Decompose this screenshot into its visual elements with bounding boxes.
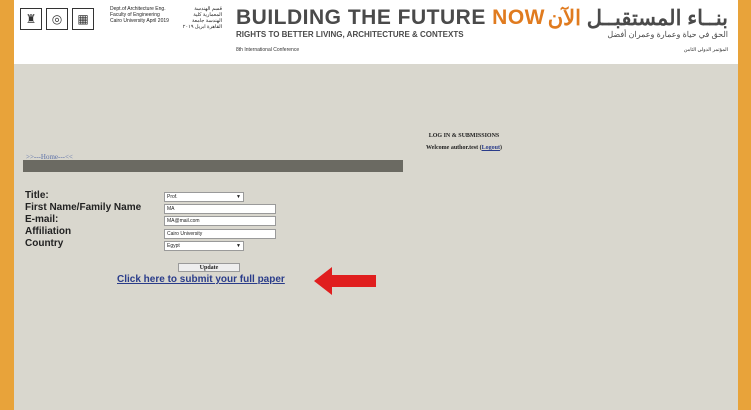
conference-edition-arabic: المؤتمر الدولي الثامن — [683, 47, 728, 53]
welcome-text: Welcome author.test (Logout) — [400, 145, 528, 151]
conference-title-arabic-main: بنــاء المستقبــل — [580, 7, 728, 30]
update-button[interactable]: Update — [178, 263, 240, 272]
conference-subtitle: RIGHTS TO BETTER LIVING, ARCHITECTURE & … — [236, 30, 464, 39]
conference-title-arabic: بنــاء المستقبــل الآن — [548, 6, 728, 31]
circle-logo-icon: ◎ — [46, 8, 68, 30]
conference-title-now: NOW — [492, 6, 545, 29]
chevron-down-icon: ▼ — [236, 194, 241, 200]
university-logo-icon: ♜ — [20, 8, 42, 30]
country-select-value: Egypt — [167, 243, 180, 249]
submit-paper-link[interactable]: Click here to submit your full paper — [117, 274, 285, 285]
conference-edition: 8th International Conference — [236, 47, 300, 53]
title-select[interactable]: Prof. ▼ — [164, 192, 244, 202]
conference-title-arabic-now: الآن — [547, 7, 581, 30]
title-select-value: Prof. — [167, 194, 178, 200]
name-label: First Name/Family Name — [25, 202, 142, 213]
affiliation-input[interactable]: Cairo University — [164, 229, 276, 239]
department-arabic: قسم الهندسة المعمارية كلية الهندسة جامعة… — [182, 6, 222, 30]
welcome-user: Welcome author.test — [426, 145, 479, 151]
logout-paren-close: ) — [499, 145, 502, 151]
title-label: Title: — [25, 190, 49, 201]
section-divider-bar — [23, 160, 403, 172]
name-input[interactable]: MA — [164, 204, 276, 214]
logo-group: ♜ ◎ ▦ — [20, 8, 94, 30]
logout-link[interactable]: Logout — [482, 145, 500, 151]
chevron-down-icon: ▼ — [236, 243, 241, 249]
grid-logo-icon: ▦ — [72, 8, 94, 30]
conference-title: BUILDING THE FUTURE NOW — [236, 6, 545, 30]
department-english: Dept.of Architecture Eng. Faculty of Eng… — [110, 6, 169, 24]
email-input[interactable]: MA@mail.com — [164, 216, 276, 226]
country-select[interactable]: Egypt ▼ — [164, 241, 244, 251]
affiliation-label: Affiliation — [25, 226, 72, 237]
conference-banner: ♜ ◎ ▦ Dept.of Architecture Eng. Faculty … — [14, 0, 738, 64]
conference-subtitle-arabic: الحق في حياة وعمارة وعمران أفضل — [607, 30, 728, 39]
page-frame: ♜ ◎ ▦ Dept.of Architecture Eng. Faculty … — [14, 0, 738, 410]
conference-title-main: BUILDING THE FUTURE — [236, 6, 493, 29]
red-arrow-icon — [314, 267, 376, 295]
email-label: E-mail: — [25, 214, 59, 225]
login-submissions-heading: LOG IN & SUBMISSIONS — [428, 133, 500, 139]
country-label: Country — [25, 238, 64, 249]
